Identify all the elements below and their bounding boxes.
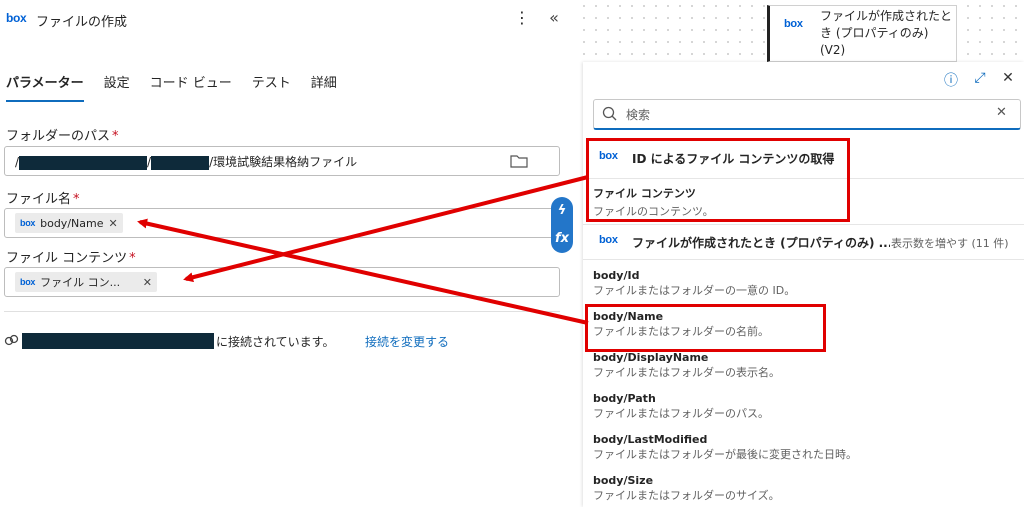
annotation-arrow: [183, 175, 589, 283]
annotation-arrows: [137, 175, 589, 325]
